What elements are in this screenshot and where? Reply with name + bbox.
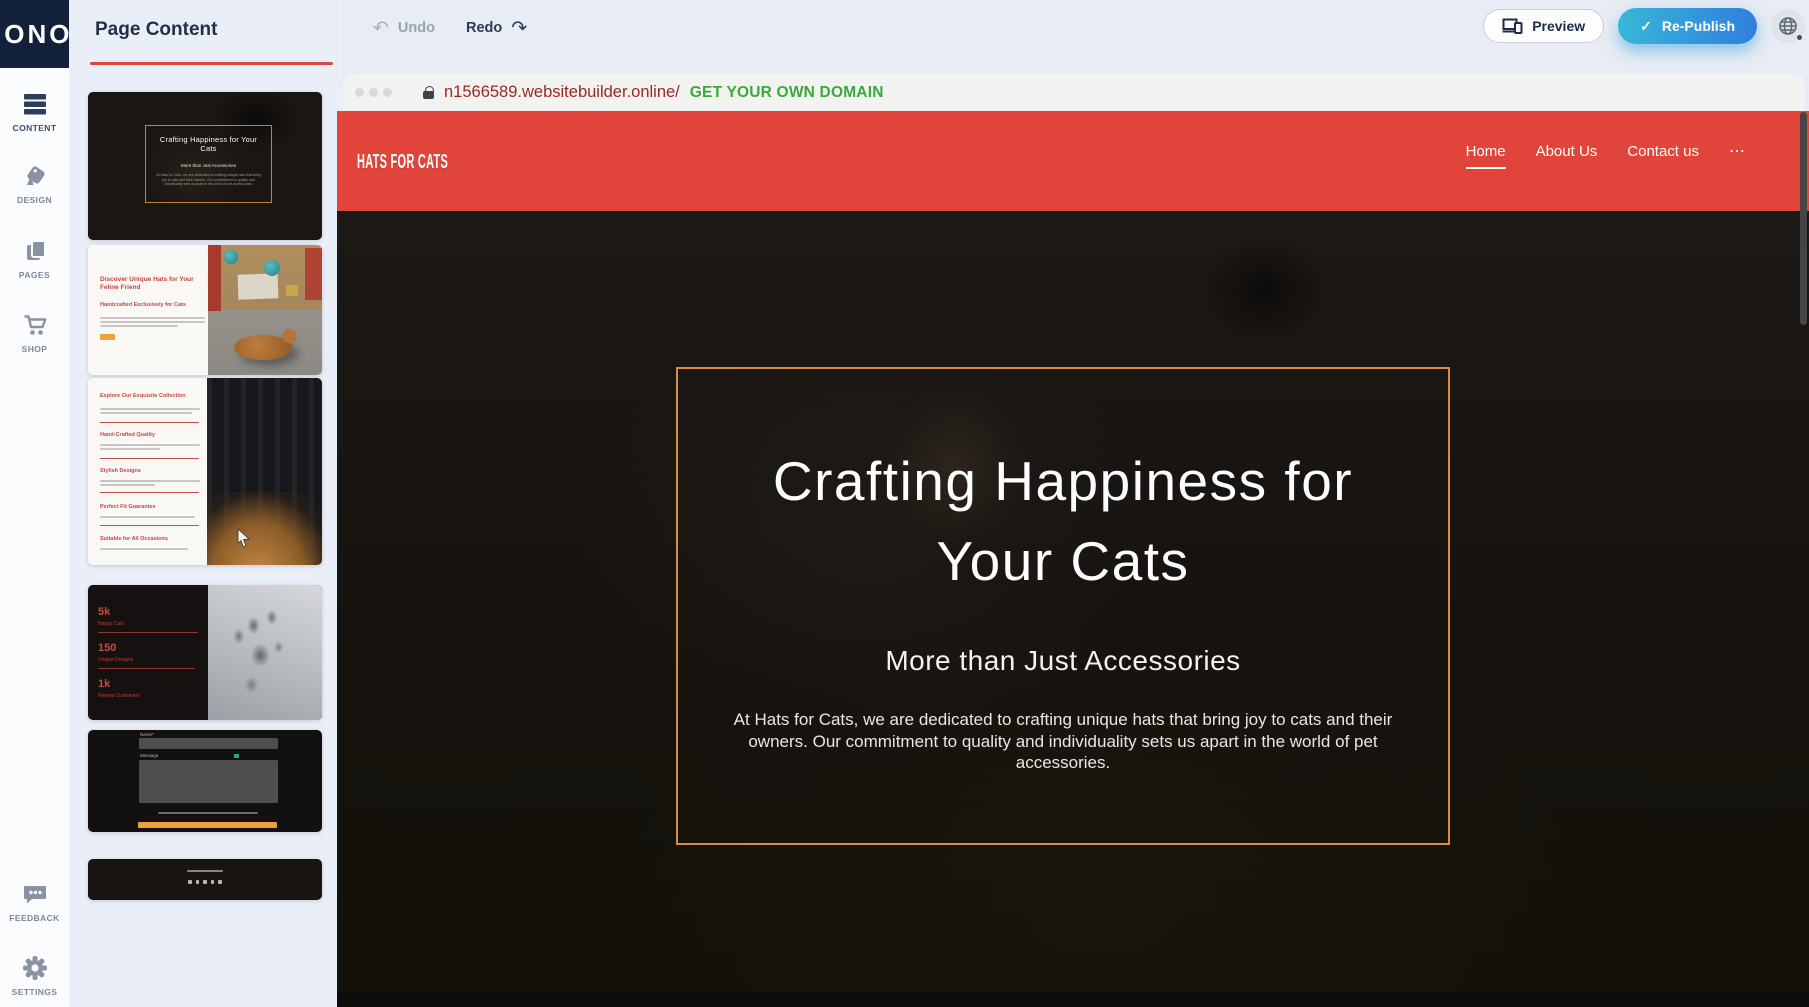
stat-value: 5k: [98, 606, 110, 618]
sidebar-item-label: FEEDBACK: [0, 913, 69, 923]
sidebar-item-content[interactable]: CONTENT: [0, 90, 69, 133]
thumb-discover-heading: Discover Unique Hats for Your Feline Fri…: [100, 276, 200, 292]
hero-selection-box[interactable]: Crafting Happiness forYour Cats More tha…: [676, 367, 1450, 845]
panel-red-divider: [90, 62, 333, 65]
site-logo[interactable]: HATS FOR CATS: [357, 151, 448, 174]
thumb-feature-heading: Explore Our Exquisite Collection: [100, 393, 208, 400]
hero-section[interactable]: Crafting Happiness forYour Cats More tha…: [337, 211, 1809, 1007]
nav-item-home[interactable]: Home: [1466, 143, 1506, 169]
section-thumbnail-discover[interactable]: Discover Unique Hats for Your Feline Fri…: [88, 245, 322, 375]
hero-heading: Crafting Happiness forYour Cats: [678, 441, 1448, 601]
thumb-hero-selection-box: Crafting Happiness for Your Cats More th…: [145, 125, 272, 203]
thumb-discover-subheading: Handcrafted Exclusively for Cats: [100, 302, 205, 308]
section-thumbnail-hero[interactable]: Crafting Happiness for Your Cats More th…: [88, 92, 322, 240]
panel-title: Page Content: [95, 19, 217, 41]
stat-label: Repeat Customers: [98, 693, 140, 699]
text-line-placeholder: [100, 516, 195, 518]
sidebar-item-label: PAGES: [0, 270, 69, 280]
sidebar-item-shop[interactable]: SHOP: [0, 311, 69, 354]
text-line-placeholder: [100, 317, 205, 319]
sidebar-item-label: CONTENT: [0, 123, 69, 133]
text-line-placeholder: [100, 412, 192, 414]
ionos-logo: IONOS: [0, 0, 69, 68]
stat-value: 150: [98, 642, 116, 654]
thumb-discover-photo: [208, 245, 322, 375]
text-line-placeholder: [100, 484, 155, 486]
site-preview-canvas: n1566589.websitebuilder.online/ GET YOUR…: [337, 0, 1809, 1007]
lock-icon: [423, 91, 434, 99]
section-thumbnail-footer[interactable]: [88, 859, 322, 900]
section-thumbnail-stats[interactable]: 5k Happy Cats 150 Unique Designs 1k Repe…: [88, 585, 322, 720]
form-message-textarea: [139, 760, 278, 803]
nav-item-about[interactable]: About Us: [1536, 143, 1598, 167]
text-line-placeholder: [100, 448, 160, 450]
form-name-label: Name*: [140, 732, 154, 737]
hero-paragraph: At Hats for Cats, we are dedicated to cr…: [720, 709, 1406, 774]
footer-social-icons: [88, 880, 322, 884]
ionos-logo-text: IONOS: [0, 0, 69, 68]
form-message-label: Message: [140, 753, 158, 758]
thumb-discover-button: [100, 334, 115, 340]
site-url: n1566589.websitebuilder.online/: [444, 83, 680, 102]
pages-icon: [21, 237, 49, 265]
sidebar-item-label: SETTINGS: [0, 987, 69, 997]
form-submit-button: [138, 822, 277, 828]
website-builder-app: IONOS CONTENT DESIGN PAGES: [0, 0, 1809, 1007]
sidebar-item-feedback[interactable]: FEEDBACK: [0, 880, 69, 923]
text-line-placeholder: [187, 870, 223, 872]
divider-line: [100, 525, 199, 526]
text-line-placeholder: [100, 444, 200, 446]
left-nav-rail: CONTENT DESIGN PAGES SHOP: [0, 68, 69, 1007]
divider-line: [98, 668, 195, 669]
stat-label: Happy Cats: [98, 621, 124, 627]
divider-line: [100, 422, 199, 423]
divider-line: [100, 458, 199, 459]
text-line-placeholder: [100, 408, 200, 410]
settings-gear-icon: [21, 954, 49, 982]
get-your-own-domain-link[interactable]: GET YOUR OWN DOMAIN: [690, 84, 884, 102]
thumb-hero-heading: Crafting Happiness for Your Cats: [154, 135, 263, 153]
nav-item-contact[interactable]: Contact us: [1627, 143, 1699, 167]
site-header: HATS FOR CATS Home About Us Contact us ⋯: [337, 111, 1809, 211]
sidebar-item-label: DESIGN: [0, 195, 69, 205]
form-attachment-icon: [234, 754, 239, 758]
content-icon: [21, 90, 49, 118]
page-content-panel: Page Content Crafting Happiness for Your…: [69, 0, 343, 1007]
sidebar-item-settings[interactable]: SETTINGS: [0, 954, 69, 997]
preview-scrollbar[interactable]: [1800, 112, 1807, 325]
text-line-placeholder: [100, 321, 205, 323]
feedback-bubble-icon: [21, 880, 49, 908]
sidebar-item-pages[interactable]: PAGES: [0, 237, 69, 280]
window-buttons: [355, 88, 392, 97]
divider-line: [98, 632, 198, 633]
thumb-features-photo: [207, 378, 322, 565]
text-line-placeholder: [100, 548, 188, 550]
thumb-feature-heading: Stylish Designs: [100, 468, 208, 475]
form-name-input: [139, 738, 278, 749]
thumb-hero-paragraph: At Hats for Cats, we are dedicated to cr…: [156, 173, 261, 187]
divider-line: [100, 492, 199, 493]
thumb-feature-heading: Perfect Fit Guarantee: [100, 504, 208, 511]
section-thumbnail-features[interactable]: Explore Our Exquisite Collection Hand-Cr…: [88, 378, 322, 565]
section-thumbnail-contact-form[interactable]: Name* Message: [88, 730, 322, 832]
text-line-placeholder: [100, 325, 178, 327]
sidebar-item-design[interactable]: DESIGN: [0, 162, 69, 205]
thumb-feature-heading: Hand-Crafted Quality: [100, 432, 208, 439]
thumb-feature-heading: Suitable for All Occasions: [100, 536, 208, 543]
hero-subheading: More than Just Accessories: [678, 645, 1448, 677]
nav-more-icon[interactable]: ⋯: [1729, 141, 1746, 161]
stat-label: Unique Designs: [98, 657, 133, 663]
text-line-placeholder: [158, 812, 258, 814]
design-icon: [21, 162, 49, 190]
text-line-placeholder: [100, 480, 200, 482]
sidebar-item-label: SHOP: [0, 344, 69, 354]
thumb-hero-subheading: More than Just Accessories: [154, 163, 263, 168]
stat-value: 1k: [98, 678, 110, 690]
browser-url-bar: n1566589.websitebuilder.online/ GET YOUR…: [343, 74, 1805, 111]
next-section-edge: [337, 992, 1809, 1007]
site-nav: Home About Us Contact us ⋯: [1466, 143, 1746, 169]
thumb-stats-photo: [208, 585, 322, 720]
shop-cart-icon: [21, 311, 49, 339]
